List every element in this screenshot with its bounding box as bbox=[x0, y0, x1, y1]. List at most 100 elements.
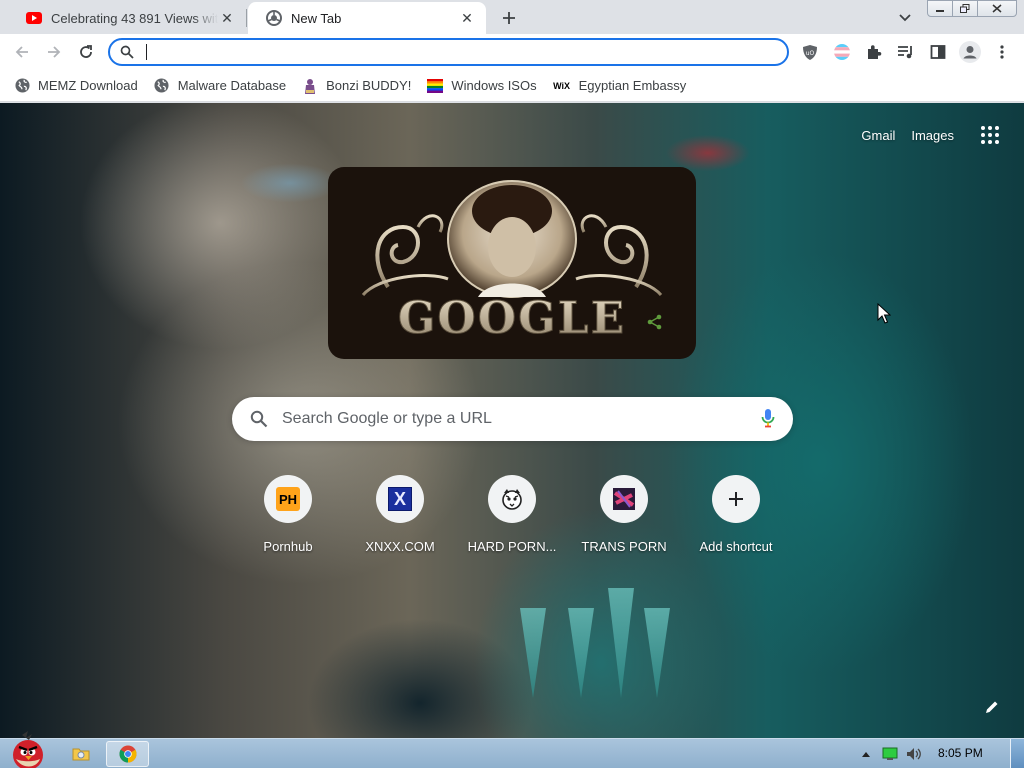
bookmark-label: Bonzi BUDDY! bbox=[326, 78, 412, 93]
chevron-down-icon bbox=[899, 14, 911, 22]
address-input[interactable] bbox=[144, 42, 764, 62]
customize-chrome-button[interactable] bbox=[982, 697, 1002, 717]
address-bar[interactable] bbox=[108, 38, 789, 66]
puzzle-icon bbox=[868, 45, 882, 59]
gmail-link[interactable]: Gmail bbox=[861, 128, 895, 143]
bookmark-memz-download[interactable]: MEMZ Download bbox=[14, 72, 146, 100]
search-placeholder: Search Google or type a URL bbox=[282, 410, 492, 427]
chrome-menu-button[interactable] bbox=[990, 40, 1014, 64]
angry-bird-icon bbox=[13, 731, 43, 768]
media-control-button[interactable] bbox=[894, 40, 918, 64]
taskbar-file-explorer[interactable] bbox=[66, 741, 96, 767]
bookmark-egyptian-embassy[interactable]: WiX Egyptian Embassy bbox=[553, 72, 695, 100]
doodle-wordmark: GOOGLE bbox=[398, 293, 626, 344]
tab-youtube[interactable]: Celebrating 43 891 Views with ✕ bbox=[8, 2, 246, 34]
extensions-button[interactable] bbox=[862, 40, 886, 64]
google-doodle[interactable]: GOOGLE bbox=[328, 167, 696, 359]
taskbar-chrome[interactable] bbox=[106, 741, 149, 767]
profile-button[interactable] bbox=[958, 40, 982, 64]
background-decoration bbox=[608, 588, 634, 698]
close-window-button[interactable] bbox=[977, 0, 1017, 17]
bookmark-label: Windows ISOs bbox=[451, 78, 537, 93]
shortcut-tile[interactable]: TRANS PORN bbox=[568, 475, 680, 554]
x-icon: X bbox=[376, 475, 424, 523]
show-desktop-button[interactable] bbox=[1010, 739, 1024, 768]
forward-button[interactable] bbox=[40, 38, 68, 66]
bookmark-label: Egyptian Embassy bbox=[578, 78, 687, 93]
folder-icon bbox=[72, 748, 90, 761]
reload-icon bbox=[80, 45, 92, 58]
trans-flag-extension[interactable] bbox=[830, 40, 854, 64]
microphone-icon[interactable] bbox=[761, 408, 775, 431]
mouse-cursor-icon bbox=[877, 302, 892, 328]
shortcut-label: Pornhub bbox=[263, 539, 313, 554]
shield-icon: uO bbox=[803, 44, 817, 60]
close-icon[interactable]: ✕ bbox=[218, 9, 236, 27]
bookmarks-bar: MEMZ Download Malware Database Bonzi BUD… bbox=[0, 70, 1024, 102]
more-vert-icon bbox=[1000, 45, 1004, 59]
chevron-up-icon[interactable] bbox=[858, 746, 874, 762]
doodle-artwork: GOOGLE bbox=[361, 180, 663, 345]
arrow-left-icon bbox=[15, 46, 28, 58]
shortcuts-grid: PH Pornhub X XNXX.COM HARD PORN... TRANS… bbox=[232, 475, 792, 559]
ublock-extension[interactable]: uO bbox=[798, 40, 822, 64]
new-tab-button[interactable] bbox=[497, 6, 521, 30]
ntp-search-box[interactable]: Search Google or type a URL bbox=[232, 397, 793, 441]
images-link[interactable]: Images bbox=[911, 128, 954, 143]
rainbow-flag-icon bbox=[427, 78, 444, 94]
back-button[interactable] bbox=[8, 38, 36, 66]
shortcut-label: HARD PORN... bbox=[467, 539, 557, 554]
background-decoration bbox=[520, 608, 546, 698]
network-icon[interactable] bbox=[882, 746, 898, 762]
google-apps-button[interactable] bbox=[978, 123, 1002, 147]
svg-text:uO: uO bbox=[806, 50, 815, 57]
bookmark-label: Malware Database bbox=[177, 78, 287, 93]
volume-icon[interactable] bbox=[906, 746, 922, 762]
trans-icon bbox=[600, 475, 648, 523]
restore-button[interactable] bbox=[952, 0, 978, 17]
taskbar: 8:05 PM bbox=[0, 731, 1024, 768]
chrome-icon bbox=[266, 10, 282, 26]
browser-toolbar: uO bbox=[0, 34, 1024, 70]
shortcut-label: Add shortcut bbox=[699, 539, 773, 554]
wix-icon: WiX bbox=[553, 80, 571, 91]
shortcut-tile[interactable]: PH Pornhub bbox=[232, 475, 344, 554]
share-icon[interactable] bbox=[646, 313, 664, 331]
side-panel-button[interactable] bbox=[926, 40, 950, 64]
search-icon bbox=[250, 410, 268, 428]
background-decoration bbox=[568, 608, 594, 698]
tiger-icon bbox=[488, 475, 536, 523]
bonzi-icon bbox=[302, 78, 318, 94]
start-button[interactable] bbox=[2, 731, 50, 768]
tab-title: New Tab bbox=[291, 10, 342, 26]
tab-title: Celebrating 43 891 Views with bbox=[51, 10, 218, 26]
arrow-right-icon bbox=[48, 46, 61, 58]
music-queue-icon bbox=[898, 46, 912, 59]
trans-flag-icon bbox=[834, 44, 850, 60]
plus-icon bbox=[712, 475, 760, 523]
avatar-icon bbox=[959, 41, 981, 63]
taskbar-clock[interactable]: 8:05 PM bbox=[938, 746, 983, 760]
reload-button[interactable] bbox=[72, 38, 100, 66]
tab-new-tab[interactable]: New Tab ✕ bbox=[248, 2, 486, 34]
bookmark-bonzi-buddy[interactable]: Bonzi BUDDY! bbox=[302, 72, 419, 100]
tab-separator bbox=[246, 9, 247, 27]
shortcut-tile[interactable]: X XNXX.COM bbox=[344, 475, 456, 554]
shortcut-label: TRANS PORN bbox=[581, 539, 667, 554]
new-tab-page: Gmail Images GOOGLE Search Google or typ… bbox=[0, 103, 1024, 738]
globe-icon bbox=[154, 78, 170, 94]
close-icon[interactable]: ✕ bbox=[458, 9, 476, 27]
minimize-button[interactable] bbox=[927, 0, 953, 17]
bookmark-malware-database[interactable]: Malware Database bbox=[154, 72, 294, 100]
tab-strip: Celebrating 43 891 Views with ✕ New Tab … bbox=[0, 0, 1024, 34]
shortcut-tile[interactable]: HARD PORN... bbox=[456, 475, 568, 554]
plus-icon bbox=[503, 12, 515, 24]
tab-search-button[interactable] bbox=[893, 6, 917, 30]
bookmark-windows-isos[interactable]: Windows ISOs bbox=[427, 72, 544, 100]
system-tray bbox=[858, 743, 930, 765]
search-icon bbox=[120, 45, 134, 59]
ph-icon: PH bbox=[264, 475, 312, 523]
bookmark-label: MEMZ Download bbox=[38, 78, 138, 93]
add-shortcut-tile[interactable]: Add shortcut bbox=[680, 475, 792, 554]
ntp-top-links: Gmail Images bbox=[845, 123, 1002, 147]
